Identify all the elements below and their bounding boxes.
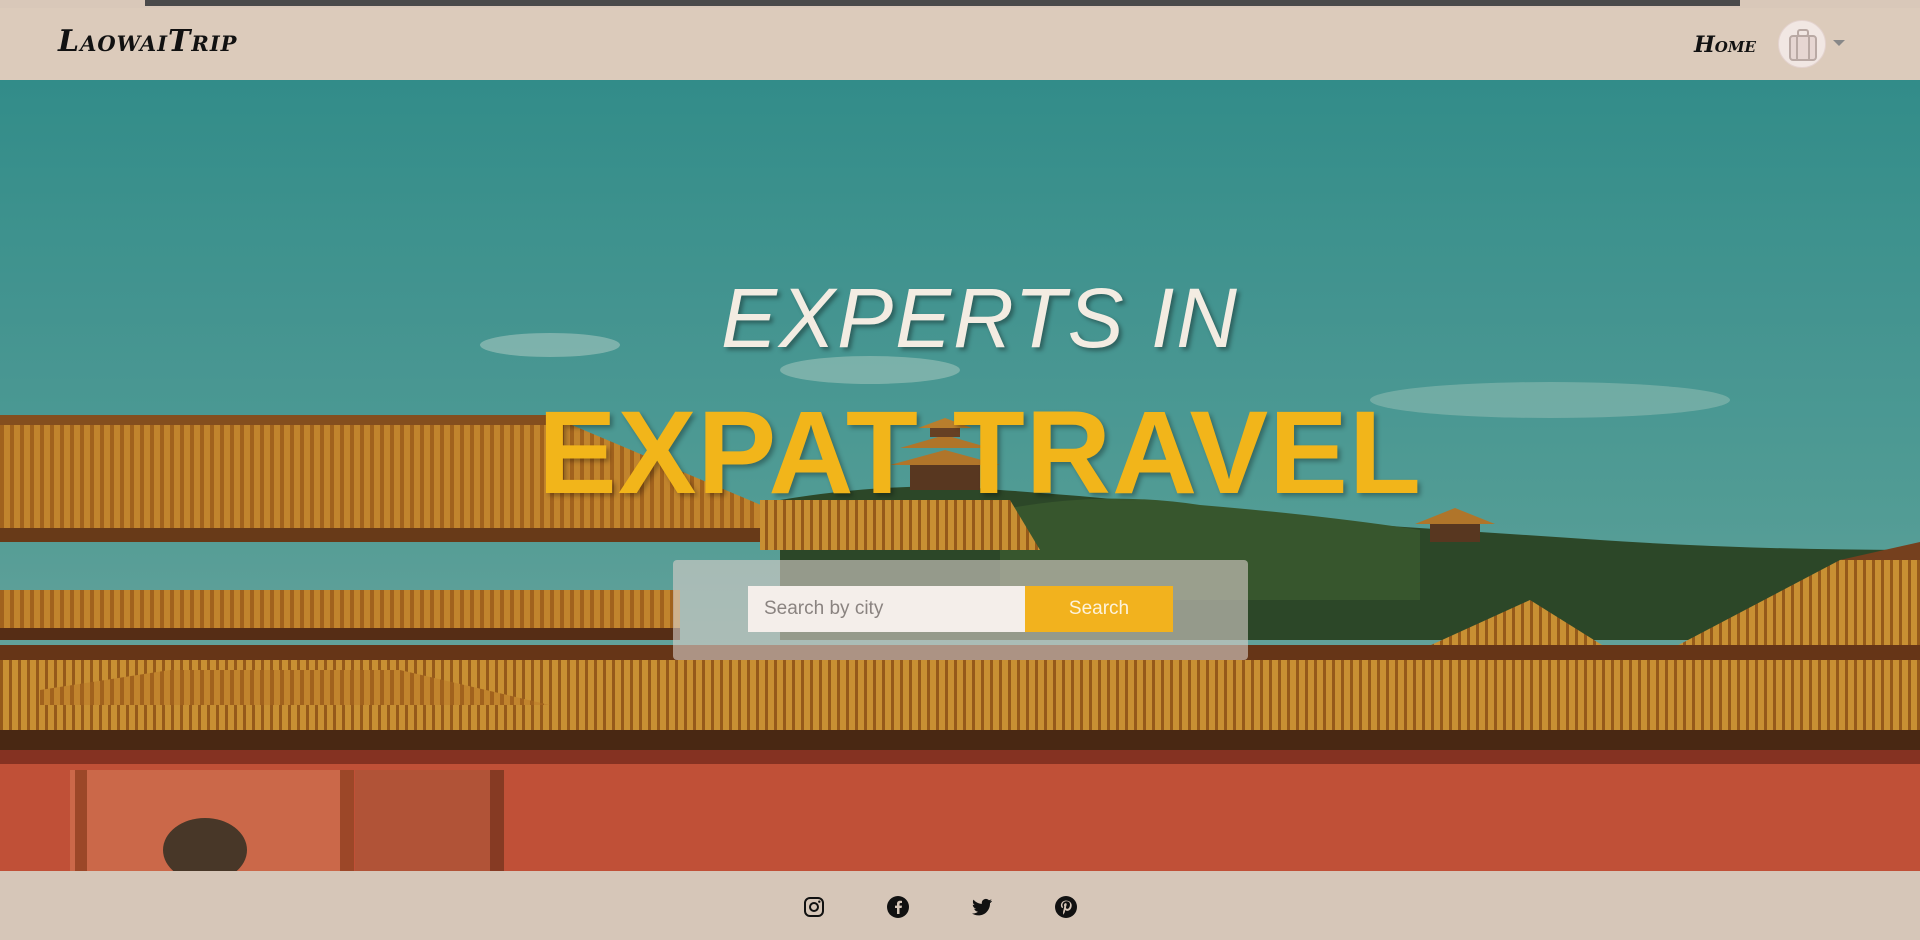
hero-title: EXPAT TRAVEL — [538, 387, 1422, 519]
hero-banner: EXPERTS IN EXPAT TRAVEL Search — [0, 80, 1920, 871]
nav-home-link[interactable]: Home — [1694, 32, 1756, 58]
user-avatar[interactable] — [1778, 20, 1826, 68]
search-input[interactable] — [748, 586, 1025, 632]
footer — [0, 871, 1920, 940]
browser-bar — [145, 0, 1740, 6]
facebook-icon[interactable] — [886, 895, 910, 919]
hero-subtitle: EXPERTS IN — [721, 271, 1239, 365]
pinterest-icon[interactable] — [1054, 895, 1078, 919]
chevron-down-icon[interactable] — [1833, 40, 1845, 46]
search-button[interactable]: Search — [1025, 586, 1173, 632]
luggage-icon — [1789, 29, 1817, 61]
instagram-icon[interactable] — [802, 895, 826, 919]
search-panel: Search — [673, 560, 1248, 660]
twitter-icon[interactable] — [970, 895, 994, 919]
navbar: LaowaiTrip Home — [0, 8, 1920, 80]
brand-logo[interactable]: LaowaiTrip — [58, 24, 237, 59]
